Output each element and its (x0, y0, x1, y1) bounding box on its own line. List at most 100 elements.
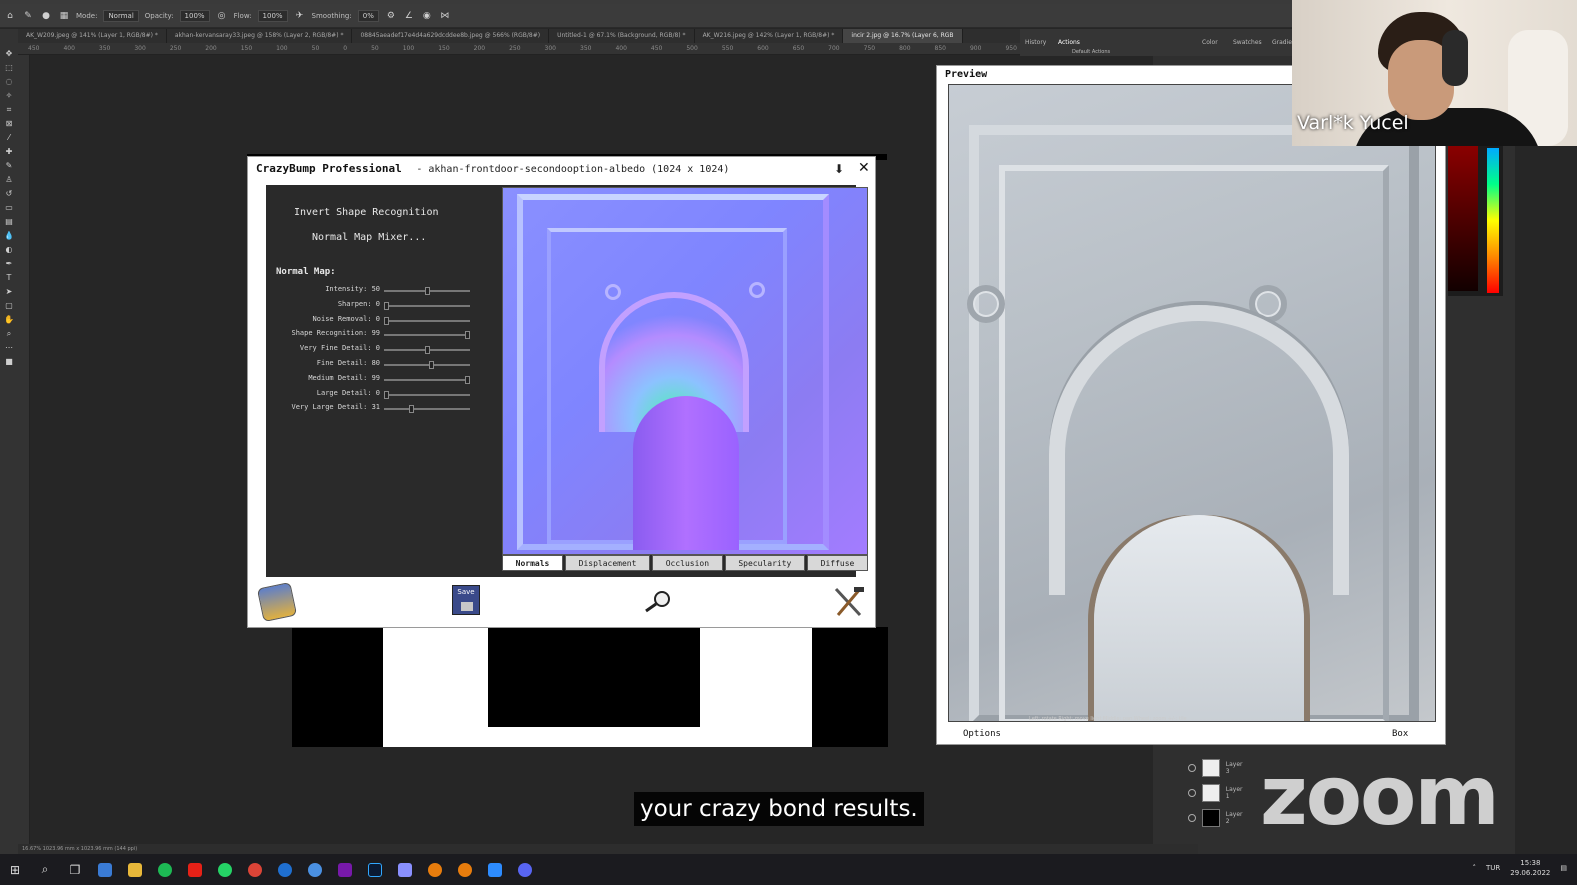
invert-shape-recognition-link[interactable]: Invert Shape Recognition (294, 207, 439, 218)
slider-track[interactable] (384, 301, 470, 310)
type-tool-icon[interactable]: T (4, 273, 14, 283)
normal-map-mixer-link[interactable]: Normal Map Mixer... (312, 232, 426, 243)
slider-track[interactable] (384, 346, 470, 355)
crazybump-titlebar[interactable]: CrazyBump Professional - akhan-frontdoor… (256, 162, 729, 175)
panel-tab-color[interactable]: Color (1202, 39, 1218, 46)
pressure-size-icon[interactable]: ◉ (421, 10, 433, 22)
angle-icon[interactable]: ∠ (403, 10, 415, 22)
file-explorer-icon[interactable] (120, 854, 150, 885)
slider-track[interactable] (384, 390, 470, 399)
document-tab-active[interactable]: incir 2.jpg @ 16.7% (Layer 6, RGB (843, 29, 963, 43)
brush-preset-icon[interactable]: ● (40, 10, 52, 22)
document-tab[interactable]: 08845aeadef17e4d4a629dcddee8b.jpeg @ 566… (352, 29, 550, 43)
tray-chevron-icon[interactable]: ˄ (1473, 864, 1477, 872)
preview-shape-button[interactable]: Box (1392, 729, 1408, 739)
slider-knob[interactable] (465, 331, 471, 340)
slider-knob[interactable] (425, 287, 430, 295)
layer-row[interactable]: Layer 3 (1188, 755, 1248, 780)
layer-row[interactable]: Layer 1 (1188, 780, 1248, 805)
tab-displacement[interactable]: Displacement (565, 555, 651, 571)
tab-normals[interactable]: Normals (502, 555, 563, 571)
slider-knob[interactable] (425, 346, 430, 355)
slider-knob[interactable] (429, 361, 435, 369)
eyedropper-tool-icon[interactable]: ⁄ (4, 133, 14, 143)
slider-track[interactable] (384, 287, 470, 295)
close-icon[interactable]: ✕ (858, 160, 870, 176)
hue-slider[interactable] (1487, 148, 1499, 293)
onenote-icon[interactable] (330, 854, 360, 885)
flow-field[interactable]: 100% (257, 9, 288, 22)
color-swatch-icon[interactable]: ■ (4, 357, 14, 367)
pressure-opacity-icon[interactable]: ◎ (216, 10, 228, 22)
save-icon[interactable]: Save (452, 585, 480, 615)
move-tool-icon[interactable]: ✥ (4, 49, 14, 59)
preview-options-button[interactable]: Options (963, 729, 1001, 739)
brush-settings-icon[interactable]: ▦ (58, 10, 70, 22)
blender-icon[interactable] (450, 854, 480, 885)
tab-diffuse[interactable]: Diffuse (806, 555, 868, 571)
blender-icon[interactable] (420, 854, 450, 885)
slider-knob[interactable] (384, 390, 389, 399)
document-tab[interactable]: AK_W216.jpeg @ 142% (Layer 1, RGB/8#) * (695, 29, 844, 43)
search-icon[interactable]: ⌕ (30, 854, 60, 885)
normal-map-image[interactable] (502, 187, 868, 555)
dodge-tool-icon[interactable]: ◐ (4, 245, 14, 255)
panel-tab-swatches[interactable]: Swatches (1233, 39, 1262, 46)
browser-icon[interactable] (300, 854, 330, 885)
whatsapp-icon[interactable] (210, 854, 240, 885)
brush-tool-icon[interactable]: ✎ (4, 161, 14, 171)
task-view-icon[interactable]: ❐ (60, 854, 90, 885)
path-select-tool-icon[interactable]: ➤ (4, 287, 14, 297)
clock[interactable]: 15:38 29.06.2022 (1510, 858, 1550, 878)
home-icon[interactable]: ⌂ (4, 10, 16, 22)
magic-wand-tool-icon[interactable]: ✧ (4, 91, 14, 101)
crazybump-taskbar-icon[interactable] (390, 854, 420, 885)
notification-icon[interactable]: ▤ (1560, 864, 1567, 872)
blur-tool-icon[interactable]: 💧 (4, 231, 14, 241)
opacity-field[interactable]: 100% (179, 9, 210, 22)
visibility-eye-icon[interactable] (1188, 763, 1196, 772)
open-icon[interactable] (256, 581, 298, 623)
magnifier-icon[interactable] (642, 585, 676, 619)
healing-tool-icon[interactable]: ✚ (4, 147, 14, 157)
slider-track[interactable] (384, 375, 471, 384)
mode-select[interactable]: Normal (103, 9, 139, 22)
panel-tab-history[interactable]: History (1025, 39, 1046, 46)
slider-knob[interactable] (409, 405, 415, 414)
frame-tool-icon[interactable]: ⊠ (4, 119, 14, 129)
tab-specularity[interactable]: Specularity (724, 555, 805, 571)
document-tab[interactable]: AK_W209.jpeg @ 141% (Layer 1, RGB/8#) * (18, 29, 167, 43)
zoom-tool-icon[interactable]: ⌕ (4, 329, 14, 339)
tab-occlusion[interactable]: Occlusion (652, 555, 723, 571)
tools-icon[interactable] (832, 585, 866, 619)
layer-row[interactable]: Layer 2 (1188, 805, 1248, 830)
slider-knob[interactable] (384, 316, 389, 325)
lasso-tool-icon[interactable]: ◌ (4, 77, 14, 87)
slider-knob[interactable] (384, 301, 389, 310)
slider-track[interactable] (384, 405, 470, 414)
gradient-tool-icon[interactable]: ▤ (4, 217, 14, 227)
history-brush-tool-icon[interactable]: ↺ (4, 189, 14, 199)
default-actions-set[interactable]: Default Actions (1072, 49, 1110, 55)
more-tools-icon[interactable]: ⋯ (4, 343, 14, 353)
stamp-tool-icon[interactable]: ♙ (4, 175, 14, 185)
smoothing-field[interactable]: 0% (357, 9, 379, 22)
panel-tab-actions[interactable]: Actions (1058, 39, 1080, 46)
chrome-icon[interactable] (240, 854, 270, 885)
pin-icon[interactable]: ⬇ (834, 162, 844, 176)
start-icon[interactable]: ⊞ (0, 854, 30, 885)
brush-icon[interactable]: ✎ (22, 10, 34, 22)
gear-icon[interactable]: ⚙ (385, 10, 397, 22)
airbrush-icon[interactable]: ✈ (294, 10, 306, 22)
crop-tool-icon[interactable]: ⌗ (4, 105, 14, 115)
document-tab[interactable]: Untitled-1 @ 67.1% (Background, RGB/8) * (549, 29, 695, 43)
pen-tool-icon[interactable]: ✒ (4, 259, 14, 269)
photoshop-icon[interactable] (360, 854, 390, 885)
discord-icon[interactable] (510, 854, 540, 885)
symmetry-icon[interactable]: ⋈ (439, 10, 451, 22)
slider-knob[interactable] (465, 375, 471, 384)
marquee-tool-icon[interactable]: ⬚ (4, 63, 14, 73)
visibility-eye-icon[interactable] (1188, 813, 1196, 822)
color-field[interactable] (1448, 146, 1478, 291)
slider-track[interactable] (384, 331, 471, 340)
